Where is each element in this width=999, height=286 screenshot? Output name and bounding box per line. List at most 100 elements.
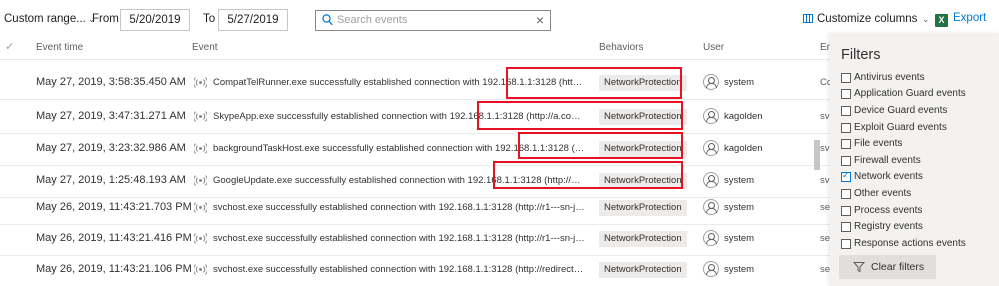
table-scrollbar[interactable] <box>814 140 820 170</box>
filter-checkbox[interactable] <box>841 139 851 149</box>
event-description: SkypeApp.exe successfully established co… <box>213 111 585 122</box>
from-label: From <box>92 13 119 25</box>
customize-columns-label: Customize columns <box>817 13 918 25</box>
entity-value: se <box>820 233 830 244</box>
network-event-icon <box>194 264 207 275</box>
table-row[interactable]: May 26, 2019, 11:43:21.106 PM svchost.ex… <box>0 253 830 286</box>
filter-icon <box>853 262 865 273</box>
date-range-label: Custom range... <box>4 13 86 25</box>
network-event-icon <box>194 175 207 186</box>
entity-value: se <box>820 264 830 275</box>
clear-filters-button[interactable]: Clear filters <box>839 255 936 279</box>
filter-label: Device Guard events <box>854 105 948 116</box>
filter-label: Network events <box>854 171 923 182</box>
select-all-checkmark-icon[interactable]: ✓ <box>5 40 14 53</box>
filter-label: Other events <box>854 188 912 199</box>
search-icon <box>322 14 333 26</box>
event-time: May 26, 2019, 11:43:21.106 PM <box>36 263 192 275</box>
column-header-behaviors[interactable]: Behaviors <box>599 42 643 53</box>
event-description: svchost.exe successfully established con… <box>213 233 585 244</box>
behavior-badge: NetworkProtection <box>599 75 687 91</box>
filter-label: Application Guard events <box>854 88 966 99</box>
user-avatar-icon <box>703 140 719 156</box>
export-button[interactable]: X Export <box>935 12 986 27</box>
user-avatar-icon <box>703 230 719 246</box>
table-row[interactable]: May 27, 2019, 3:47:31.271 AM SkypeApp.ex… <box>0 100 830 134</box>
event-description: GoogleUpdate.exe successfully establishe… <box>213 175 585 186</box>
behavior-badge: NetworkProtection <box>599 262 687 278</box>
network-event-icon <box>194 202 207 213</box>
clear-search-icon[interactable]: × <box>536 12 544 28</box>
filter-checkbox[interactable] <box>841 106 851 116</box>
network-event-icon <box>194 111 207 122</box>
filter-checkbox[interactable] <box>841 156 851 166</box>
behavior-badge: NetworkProtection <box>599 200 687 216</box>
user-name[interactable]: system <box>724 175 754 186</box>
entity-value: sv <box>820 175 830 186</box>
search-events-input[interactable]: Search events × <box>315 10 551 31</box>
user-avatar-icon <box>703 199 719 215</box>
column-header-time[interactable]: Event time <box>36 42 83 53</box>
filter-checkbox-checked[interactable] <box>841 170 851 182</box>
table-row[interactable]: May 27, 2019, 3:58:35.450 AM CompatTelRu… <box>0 66 830 100</box>
entity-value: sv <box>820 143 830 154</box>
filters-title: Filters <box>841 47 881 63</box>
user-avatar-icon <box>703 108 719 124</box>
user-name[interactable]: system <box>724 264 754 275</box>
event-time: May 26, 2019, 11:43:21.416 PM <box>36 232 192 244</box>
filter-label: Exploit Guard events <box>854 122 947 133</box>
event-description: CompatTelRunner.exe successfully establi… <box>213 77 585 88</box>
user-name[interactable]: kagolden <box>724 111 763 122</box>
network-event-icon <box>194 77 207 88</box>
export-label: Export <box>953 12 987 24</box>
filters-panel: Filters Antivirus events Application Gua… <box>830 33 999 286</box>
date-range-dropdown[interactable]: Custom range... ⌄ <box>4 13 95 25</box>
filter-checkbox[interactable] <box>841 73 851 83</box>
filter-checkbox[interactable] <box>841 89 851 99</box>
column-header-user[interactable]: User <box>703 42 724 53</box>
clear-filters-label: Clear filters <box>871 261 925 273</box>
filter-checkbox[interactable] <box>841 189 851 199</box>
columns-icon <box>803 14 813 23</box>
entity-value: se <box>820 202 830 213</box>
event-description: svchost.exe successfully established con… <box>213 202 585 213</box>
behavior-badge: NetworkProtection <box>599 141 687 157</box>
user-avatar-icon <box>703 261 719 277</box>
filter-checkbox[interactable] <box>841 239 851 249</box>
filter-label: Antivirus events <box>854 72 925 83</box>
table-row[interactable]: May 26, 2019, 11:43:21.703 PM svchost.ex… <box>0 191 830 225</box>
filter-checkbox[interactable] <box>841 206 851 216</box>
column-header-entity[interactable]: Enti <box>820 42 830 53</box>
table-row[interactable]: May 27, 2019, 3:23:32.986 AM backgroundT… <box>0 132 830 166</box>
behavior-badge: NetworkProtection <box>599 173 687 189</box>
customize-columns-button[interactable]: Customize columns ⌄ <box>803 13 929 25</box>
entity-value: Co <box>820 77 830 88</box>
filter-checkbox[interactable] <box>841 222 851 232</box>
filters-list: Antivirus events Application Guard event… <box>830 67 999 249</box>
event-time: May 27, 2019, 3:58:35.450 AM <box>36 76 186 88</box>
user-name[interactable]: system <box>724 202 754 213</box>
filter-label: Registry events <box>854 221 923 232</box>
excel-icon: X <box>935 14 948 27</box>
chevron-down-icon: ⌄ <box>919 14 930 24</box>
entity-value: sv <box>820 111 830 122</box>
network-event-icon <box>194 143 207 154</box>
user-avatar-icon <box>703 74 719 90</box>
user-name[interactable]: system <box>724 233 754 244</box>
from-date-input[interactable]: 5/20/2019 <box>120 9 190 31</box>
user-name[interactable]: system <box>724 77 754 88</box>
column-header-event[interactable]: Event <box>192 42 218 53</box>
event-time: May 27, 2019, 3:47:31.271 AM <box>36 110 186 122</box>
behavior-badge: NetworkProtection <box>599 109 687 125</box>
filter-checkbox[interactable] <box>841 123 851 133</box>
table-row[interactable]: May 26, 2019, 11:43:21.416 PM svchost.ex… <box>0 222 830 256</box>
behavior-badge: NetworkProtection <box>599 231 687 247</box>
user-name[interactable]: kagolden <box>724 143 763 154</box>
event-time: May 26, 2019, 11:43:21.703 PM <box>36 201 192 213</box>
user-avatar-icon <box>703 172 719 188</box>
filter-label: File events <box>854 138 903 149</box>
event-description: svchost.exe successfully established con… <box>213 264 585 275</box>
event-description: backgroundTaskHost.exe successfully esta… <box>213 143 585 154</box>
to-date-input[interactable]: 5/27/2019 <box>218 9 288 31</box>
event-time: May 27, 2019, 3:23:32.986 AM <box>36 142 186 154</box>
